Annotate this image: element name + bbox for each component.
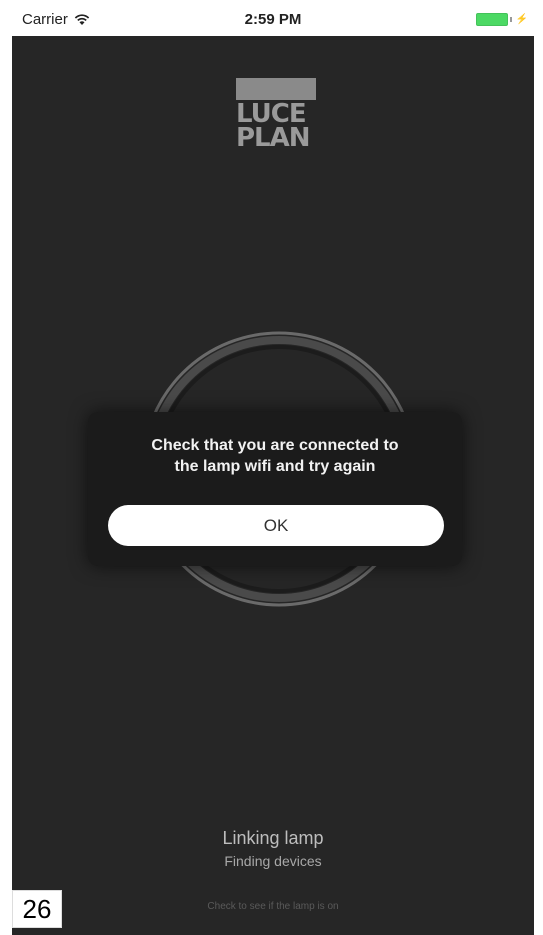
- status-bar: Carrier 2:59 PM ⚡: [12, 0, 534, 36]
- battery-level: [475, 13, 508, 26]
- linking-subtitle: Finding devices: [224, 853, 322, 869]
- battery-tip: [509, 17, 512, 22]
- ok-button[interactable]: OK: [108, 505, 444, 546]
- app-screen: LUCE PLAN Check that you are connected t…: [12, 36, 534, 935]
- error-dialog: Check that you are connected to the lamp…: [88, 412, 462, 566]
- logo-bar: [236, 78, 316, 100]
- logo-line-2: PLAN: [236, 123, 311, 153]
- luceplan-logo: LUCE PLAN: [236, 78, 318, 153]
- page-number: 26: [12, 890, 62, 928]
- lamp-hint: Check to see if the lamp is on: [207, 901, 339, 912]
- battery-icon: ⚡: [475, 13, 528, 26]
- status-time: 2:59 PM: [244, 11, 302, 28]
- dialog-message: Check that you are connected to the lamp…: [151, 437, 399, 475]
- charging-icon: ⚡: [515, 14, 528, 25]
- linking-title: Linking lamp: [222, 828, 324, 848]
